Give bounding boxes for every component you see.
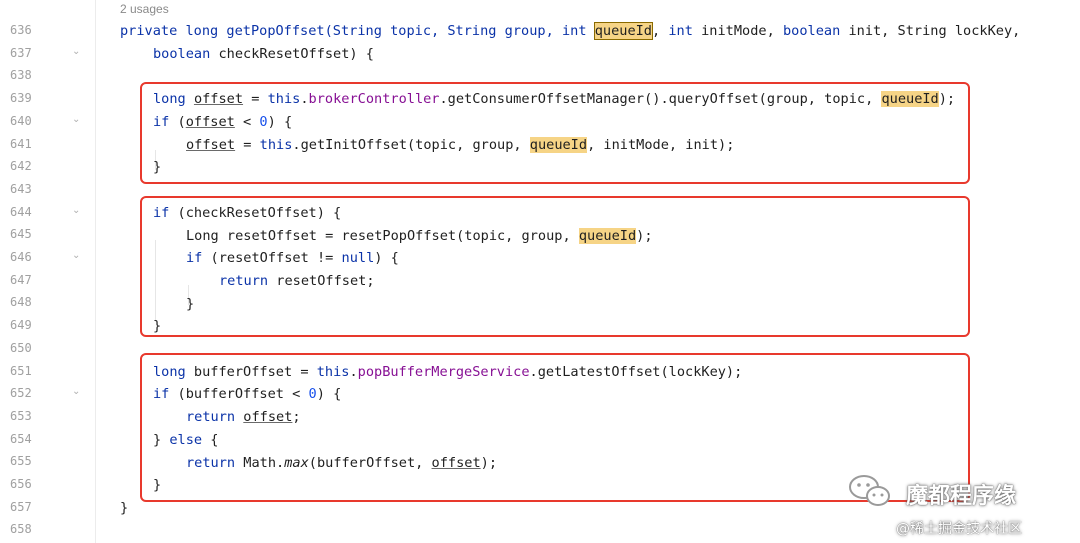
code-token: private long getPopOffset(String topic, … xyxy=(120,23,562,39)
watermark-subtitle: @稀土掘金技术社区 xyxy=(896,521,1022,537)
code-text: boolean checkResetOffset) { xyxy=(153,46,374,62)
line-number: 658 xyxy=(10,522,32,537)
keyword-token: int xyxy=(668,23,693,39)
code-line-636[interactable]: private long getPopOffset(String topic, … xyxy=(0,21,1080,44)
method-signature: private long getPopOffset(String topic, … xyxy=(120,22,1021,40)
annotation-box-offset-query xyxy=(140,82,970,184)
annotation-box-reset-offset xyxy=(140,196,970,337)
wechat-logo-icon xyxy=(849,475,890,506)
keyword-token: int xyxy=(561,23,587,39)
line-number: 650 xyxy=(10,340,32,355)
highlighted-identifier: queueId xyxy=(593,22,654,40)
line-number: 638 xyxy=(10,68,32,83)
code-line-637[interactable]: boolean checkResetOffset) { xyxy=(0,44,1080,67)
usages-hint[interactable]: 2 usages xyxy=(120,2,169,16)
code-token: initMode, xyxy=(692,23,783,39)
line-number: 643 xyxy=(10,181,32,196)
code-text: } xyxy=(120,500,129,516)
code-token: , xyxy=(652,23,669,39)
code-token: init, String lockKey, xyxy=(840,23,1021,39)
keyword-token: boolean xyxy=(782,23,841,39)
code-token: checkResetOffset) { xyxy=(210,46,374,62)
keyword-token: boolean xyxy=(153,46,211,62)
watermark-title: 魔都程序缘 xyxy=(906,484,1017,509)
annotation-box-buffer-offset xyxy=(140,353,970,502)
